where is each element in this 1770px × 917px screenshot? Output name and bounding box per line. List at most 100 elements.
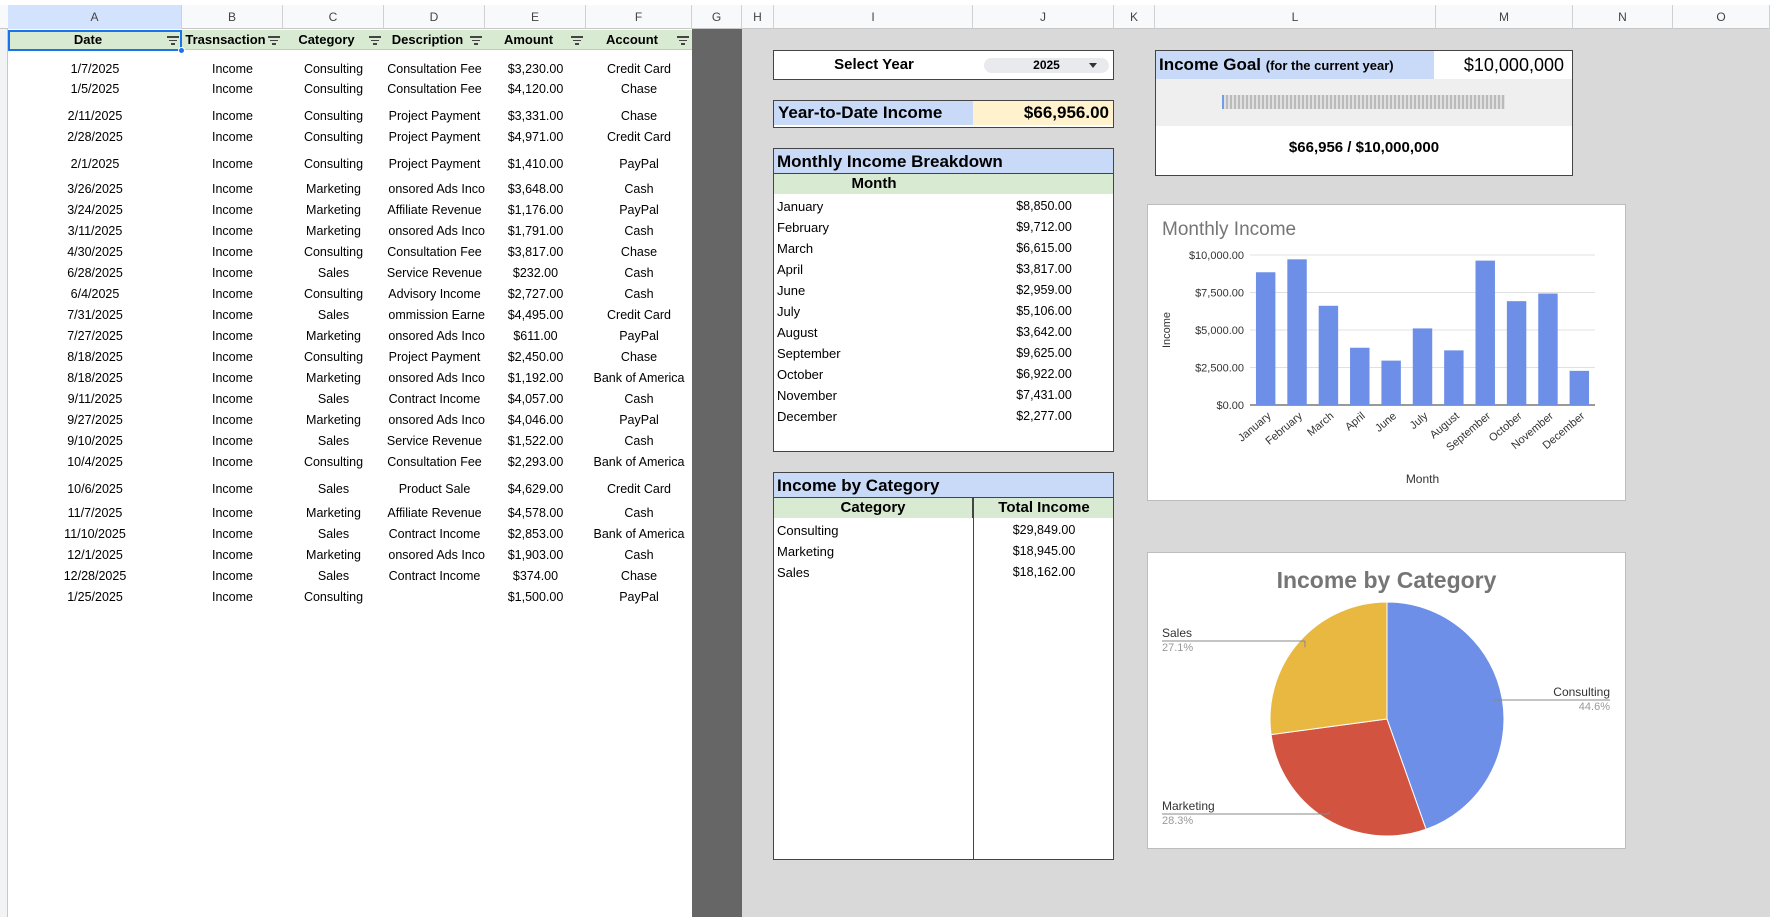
- table-row[interactable]: 1/5/2025 Income Consulting Consultation Fee…: [8, 79, 692, 99]
- bar-january[interactable]: [1255, 272, 1276, 405]
- table-cell[interactable]: Service Revenue: [384, 431, 485, 451]
- table-cell[interactable]: $3,648.00: [485, 179, 586, 199]
- table-cell[interactable]: Marketing: [283, 326, 384, 346]
- table-cell[interactable]: 12/1/2025: [8, 545, 182, 565]
- table-cell[interactable]: 2/11/2025: [8, 106, 182, 126]
- table-row[interactable]: 12/28/2025 Income Sales Contract Income $374…: [8, 566, 692, 586]
- table-cell[interactable]: Income: [182, 431, 283, 451]
- table-cell[interactable]: Chase: [586, 242, 692, 262]
- table-cell[interactable]: Contract Income: [384, 524, 485, 544]
- table-cell[interactable]: Income: [182, 263, 283, 283]
- filter-icon[interactable]: [268, 34, 280, 46]
- table-row[interactable]: 2/28/2025 Income Consulting Project Payment…: [8, 127, 692, 147]
- table-cell[interactable]: Income: [182, 503, 283, 523]
- table-cell[interactable]: Income: [182, 524, 283, 544]
- table-cell[interactable]: 6/4/2025: [8, 284, 182, 304]
- table-cell[interactable]: Sales: [283, 431, 384, 451]
- table-cell[interactable]: Income: [182, 347, 283, 367]
- table-cell[interactable]: 8/18/2025: [8, 368, 182, 388]
- table-cell[interactable]: Income: [182, 587, 283, 607]
- table-cell[interactable]: Cash: [586, 179, 692, 199]
- table-cell[interactable]: $1,791.00: [485, 221, 586, 241]
- table-cell[interactable]: Contract Income: [384, 389, 485, 409]
- table-cell[interactable]: Cash: [586, 431, 692, 451]
- table-cell[interactable]: PayPal: [586, 154, 692, 174]
- table-cell[interactable]: 10/6/2025: [8, 479, 182, 499]
- table-cell[interactable]: Income: [182, 305, 283, 325]
- table-cell[interactable]: [384, 587, 485, 607]
- table-row[interactable]: 9/27/2025 Income Marketing onsored Ads Inco…: [8, 410, 692, 430]
- table-cell[interactable]: Income: [182, 242, 283, 262]
- table-cell[interactable]: $4,495.00: [485, 305, 586, 325]
- table-cell[interactable]: Affiliate Revenue: [384, 503, 485, 523]
- table-cell[interactable]: onsored Ads Inco: [384, 179, 485, 199]
- table-cell[interactable]: $2,727.00: [485, 284, 586, 304]
- table-cell[interactable]: $232.00: [485, 263, 586, 283]
- table-row[interactable]: 4/30/2025 Income Consulting Consultation Fe…: [8, 242, 692, 262]
- table-cell[interactable]: 11/10/2025: [8, 524, 182, 544]
- table-cell[interactable]: $1,192.00: [485, 368, 586, 388]
- table-cell[interactable]: Chase: [586, 79, 692, 99]
- table-row[interactable]: 2/11/2025 Income Consulting Project Payment…: [8, 106, 692, 126]
- table-row[interactable]: 3/26/2025 Income Marketing onsored Ads Inco…: [8, 179, 692, 199]
- table-cell[interactable]: Consultation Fee: [384, 452, 485, 472]
- table-cell[interactable]: onsored Ads Inco: [384, 410, 485, 430]
- table-cell[interactable]: 9/11/2025: [8, 389, 182, 409]
- column-letter-g[interactable]: G: [692, 5, 742, 29]
- table-cell[interactable]: onsored Ads Inco: [384, 545, 485, 565]
- table-row[interactable]: 10/6/2025 Income Sales Product Sale $4,629.0…: [8, 479, 692, 499]
- table-cell[interactable]: 1/25/2025: [8, 587, 182, 607]
- column-letter-h[interactable]: H: [742, 5, 774, 29]
- column-letter-a[interactable]: A: [8, 5, 182, 29]
- table-cell[interactable]: Project Payment: [384, 127, 485, 147]
- table-cell[interactable]: Marketing: [283, 200, 384, 220]
- table-cell[interactable]: Consulting: [283, 452, 384, 472]
- bar-june[interactable]: [1381, 360, 1401, 405]
- table-row[interactable]: 8/18/2025 Income Marketing onsored Ads Inco…: [8, 368, 692, 388]
- table-row[interactable]: 7/31/2025 Income Sales ommission Earne $4,49…: [8, 305, 692, 325]
- table-cell[interactable]: Sales: [283, 389, 384, 409]
- table-cell[interactable]: Product Sale: [384, 479, 485, 499]
- column-letter-i[interactable]: I: [774, 5, 973, 29]
- table-cell[interactable]: Consultation Fee: [384, 79, 485, 99]
- table-cell[interactable]: Income: [182, 545, 283, 565]
- table-cell[interactable]: Income: [182, 410, 283, 430]
- table-cell[interactable]: Income: [182, 566, 283, 586]
- table-cell[interactable]: $2,293.00: [485, 452, 586, 472]
- table-cell[interactable]: 8/18/2025: [8, 347, 182, 367]
- table-row[interactable]: 11/10/2025 Income Sales Contract Income $2,8…: [8, 524, 692, 544]
- filter-icon[interactable]: [369, 34, 381, 46]
- column-letter-b[interactable]: B: [182, 5, 283, 29]
- table-cell[interactable]: 1/7/2025: [8, 59, 182, 79]
- column-letter-l[interactable]: L: [1155, 5, 1436, 29]
- filter-icon[interactable]: [571, 34, 583, 46]
- table-cell[interactable]: Consulting: [283, 79, 384, 99]
- table-cell[interactable]: Income: [182, 154, 283, 174]
- table-cell[interactable]: Cash: [586, 389, 692, 409]
- bar-august[interactable]: [1444, 350, 1464, 405]
- table-cell[interactable]: PayPal: [586, 587, 692, 607]
- table-cell[interactable]: Project Payment: [384, 154, 485, 174]
- table-cell[interactable]: Consultation Fee: [384, 59, 485, 79]
- table-cell[interactable]: Sales: [283, 263, 384, 283]
- bar-december[interactable]: [1569, 370, 1590, 405]
- table-cell[interactable]: Credit Card: [586, 127, 692, 147]
- table-cell[interactable]: Marketing: [283, 410, 384, 430]
- table-cell[interactable]: PayPal: [586, 410, 692, 430]
- table-cell[interactable]: Income: [182, 326, 283, 346]
- table-cell[interactable]: Consulting: [283, 106, 384, 126]
- table-cell[interactable]: 2/1/2025: [8, 154, 182, 174]
- table-cell[interactable]: Service Revenue: [384, 263, 485, 283]
- table-cell[interactable]: $374.00: [485, 566, 586, 586]
- bar-february[interactable]: [1287, 259, 1307, 405]
- bar-october[interactable]: [1506, 301, 1527, 405]
- table-cell[interactable]: Consulting: [283, 154, 384, 174]
- table-cell[interactable]: $2,450.00: [485, 347, 586, 367]
- table-cell[interactable]: 6/28/2025: [8, 263, 182, 283]
- year-dropdown[interactable]: 2025: [984, 58, 1109, 73]
- table-cell[interactable]: Bank of America: [586, 524, 692, 544]
- table-cell[interactable]: $4,120.00: [485, 79, 586, 99]
- table-cell[interactable]: Income: [182, 221, 283, 241]
- table-row[interactable]: 1/7/2025 Income Consulting Consultation Fee…: [8, 59, 692, 79]
- table-cell[interactable]: Credit Card: [586, 59, 692, 79]
